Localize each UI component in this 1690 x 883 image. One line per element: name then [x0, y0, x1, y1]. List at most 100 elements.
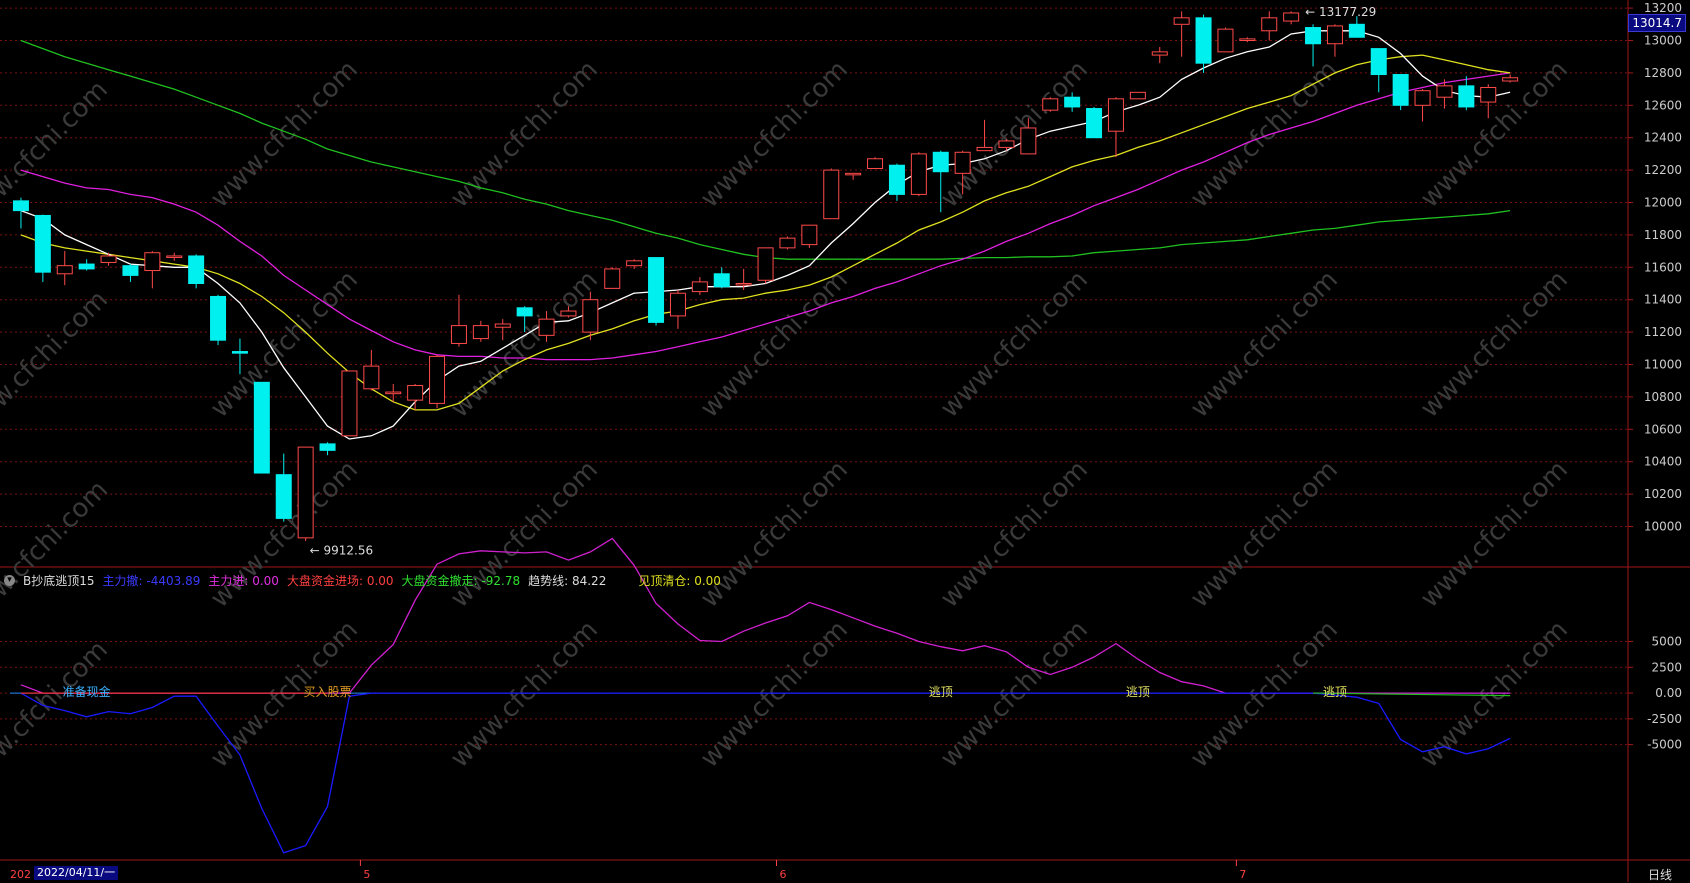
candle-body: [691, 281, 708, 293]
candle: [669, 289, 686, 329]
watermark-text: www.cfchi.com: [445, 265, 604, 424]
month-label: 5: [363, 868, 370, 881]
candle-body: [604, 268, 621, 289]
candle-body: [626, 260, 643, 267]
candle-body: [1195, 17, 1212, 64]
candle-body: [538, 318, 555, 336]
candle: [144, 251, 161, 289]
watermark-text: www.cfchi.com: [445, 455, 604, 614]
collapse-indicator-icon[interactable]: ▾: [4, 574, 15, 586]
candle-body: [910, 153, 927, 195]
market-out-readout: 大盘资金撤走: -92.78: [402, 572, 521, 589]
indicator-info-bar: ▾ B抄底逃顶15 主力撤: -4403.89 主力进: 0.00 大盘资金进场…: [4, 571, 729, 589]
candle-body: [1173, 17, 1190, 25]
watermark-text: www.cfchi.com: [1415, 265, 1574, 424]
watermark-text: www.cfchi.com: [205, 265, 364, 424]
candle-body: [341, 370, 358, 437]
candle-body: [669, 292, 686, 317]
candle: [823, 168, 840, 220]
candle: [779, 236, 796, 250]
price-tick-label: 11800: [1644, 228, 1682, 242]
candle-body: [56, 265, 73, 275]
candle: [1502, 74, 1519, 83]
price-tick-label: 10400: [1644, 455, 1682, 469]
candle-body: [713, 273, 730, 288]
top-clear-readout: 见顶清仓: 0.00: [638, 572, 721, 589]
candle: [1458, 76, 1475, 111]
price-tick-label: 10000: [1644, 520, 1682, 534]
candle: [1042, 97, 1059, 112]
candle-body: [231, 351, 248, 354]
main-out-readout: 主力撤: -4403.89: [103, 572, 201, 589]
watermark-text: www.cfchi.com: [0, 475, 114, 634]
candle: [691, 277, 708, 295]
candle-body: [78, 263, 95, 270]
candle-body: [1458, 85, 1475, 108]
candle-body: [801, 224, 818, 246]
watermark-text: www.cfchi.com: [205, 55, 364, 214]
watermark: www.cfchi.com www.cfchi.com www.cfchi.com w…: [0, 55, 1574, 794]
candle: [407, 383, 424, 410]
watermark-text: www.cfchi.com: [445, 55, 604, 214]
candle: [1283, 11, 1300, 25]
candle-body: [34, 214, 51, 273]
chart-canvas[interactable]: www.cfchi.com www.cfchi.com www.cfchi.com w…: [0, 0, 1690, 882]
trend-value: 84.22: [571, 573, 607, 588]
price-tick-label: 12800: [1644, 66, 1682, 80]
candle: [757, 247, 774, 284]
candle: [1370, 48, 1387, 93]
candle: [1151, 46, 1168, 64]
current-price-badge: 13014.7: [1628, 14, 1686, 32]
watermark-text: www.cfchi.com: [445, 615, 604, 774]
price-tick-label: 12200: [1644, 163, 1682, 177]
candle-body: [1348, 23, 1365, 38]
signal-label: 逃顶: [1126, 685, 1150, 699]
candle-body: [253, 381, 270, 474]
price-tick-label: 13200: [1644, 1, 1682, 15]
candle: [210, 294, 227, 346]
candle: [1261, 11, 1278, 41]
indicator-tick-label: 5000: [1651, 635, 1682, 649]
watermark-text: www.cfchi.com: [1415, 455, 1574, 614]
candle: [910, 152, 927, 197]
candle-body: [12, 200, 29, 212]
top-clear-label: 见顶清仓:: [638, 573, 691, 588]
candle-body: [144, 252, 161, 272]
candle-body: [1326, 25, 1343, 45]
candle-body: [1042, 98, 1059, 111]
candle-body: [823, 169, 840, 220]
candle-body: [582, 299, 599, 333]
candle-body: [319, 443, 336, 451]
watermark-text: www.cfchi.com: [935, 615, 1094, 774]
indicator-tick-label: -5000: [1647, 738, 1682, 752]
candle-body: [494, 323, 511, 328]
candle-body: [1217, 28, 1234, 53]
candle: [1107, 97, 1124, 158]
current-date-badge: 2022/04/11/一: [34, 866, 119, 880]
candle-body: [385, 391, 402, 395]
candle: [1392, 74, 1409, 111]
candle-body: [1151, 51, 1168, 56]
candle: [56, 251, 73, 286]
candle-body: [100, 255, 117, 263]
candle-body: [472, 325, 489, 340]
indicator-name[interactable]: B抄底逃顶15: [23, 572, 95, 589]
candle: [801, 224, 818, 248]
candle: [1239, 37, 1256, 43]
candle: [472, 320, 489, 342]
candle-body: [560, 310, 577, 317]
market-in-readout: 大盘资金进场: 0.00: [287, 572, 394, 589]
indicator-tick-label: -2500: [1647, 712, 1682, 726]
price-tick-label: 11000: [1644, 358, 1682, 372]
signal-label: 准备现金: [63, 684, 111, 699]
candle: [1086, 106, 1103, 139]
candle: [319, 442, 336, 456]
candle-body: [735, 283, 752, 286]
trend-label: 趋势线:: [528, 573, 569, 588]
price-axis: 13200 13000 12800 12600 12400 12200 12000 11800…: [1628, 1, 1682, 534]
candle: [494, 319, 511, 341]
candle: [363, 349, 380, 391]
market-out-value: -92.78: [481, 573, 521, 588]
period-selector[interactable]: 日线: [1648, 866, 1672, 883]
candle-body: [1370, 48, 1387, 76]
